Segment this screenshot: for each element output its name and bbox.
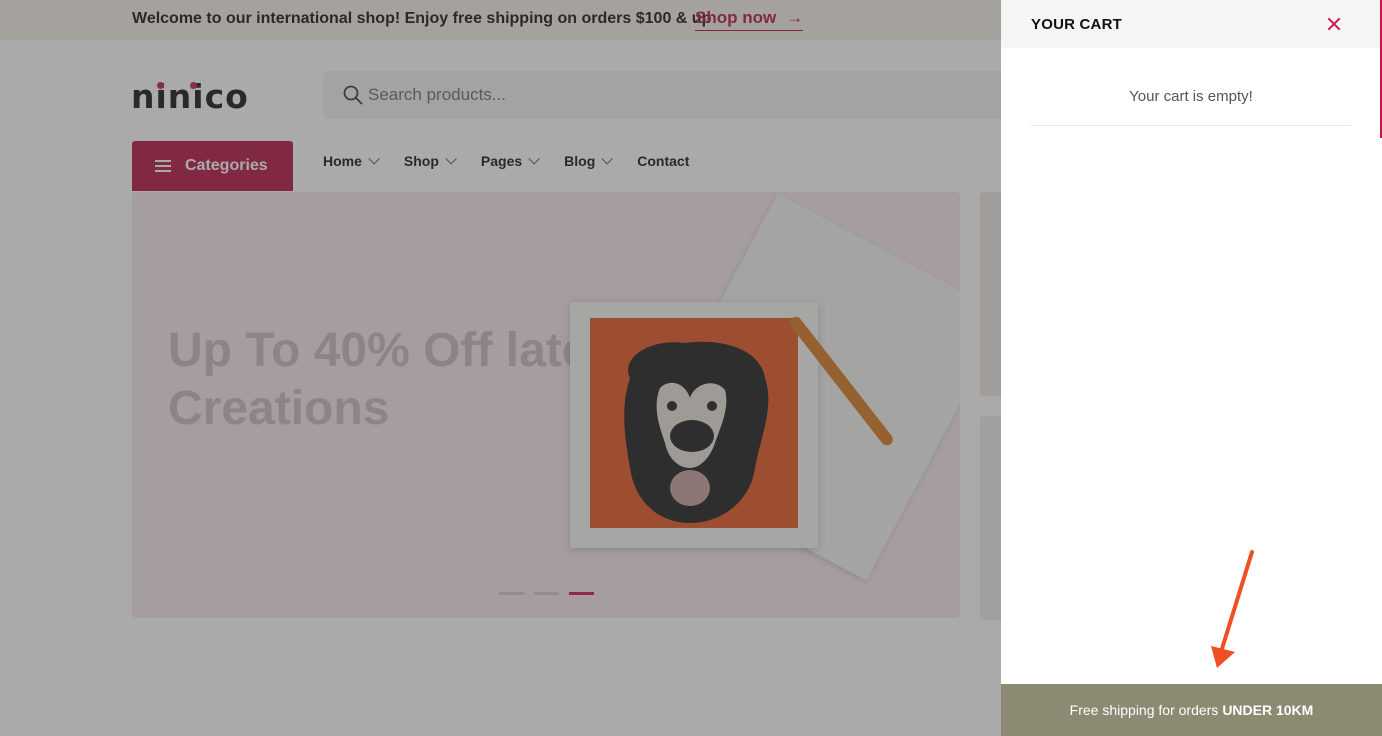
free-shipping-bar: Free shipping for orders UNDER 10KM (1001, 684, 1382, 736)
cart-empty-message: Your cart is empty! (1129, 88, 1253, 105)
close-icon[interactable] (1325, 15, 1343, 33)
annotation-arrow-icon (1211, 550, 1254, 668)
cart-drawer: YOUR CART Your cart is empty! (1001, 0, 1382, 736)
divider (1031, 125, 1351, 126)
modal-backdrop[interactable] (0, 0, 1001, 736)
cart-header: YOUR CART (1001, 0, 1382, 48)
shipping-text: Free shipping for orders (1069, 702, 1219, 718)
shipping-highlight: UNDER 10KM (1222, 702, 1314, 718)
cart-title: YOUR CART (1031, 16, 1122, 33)
